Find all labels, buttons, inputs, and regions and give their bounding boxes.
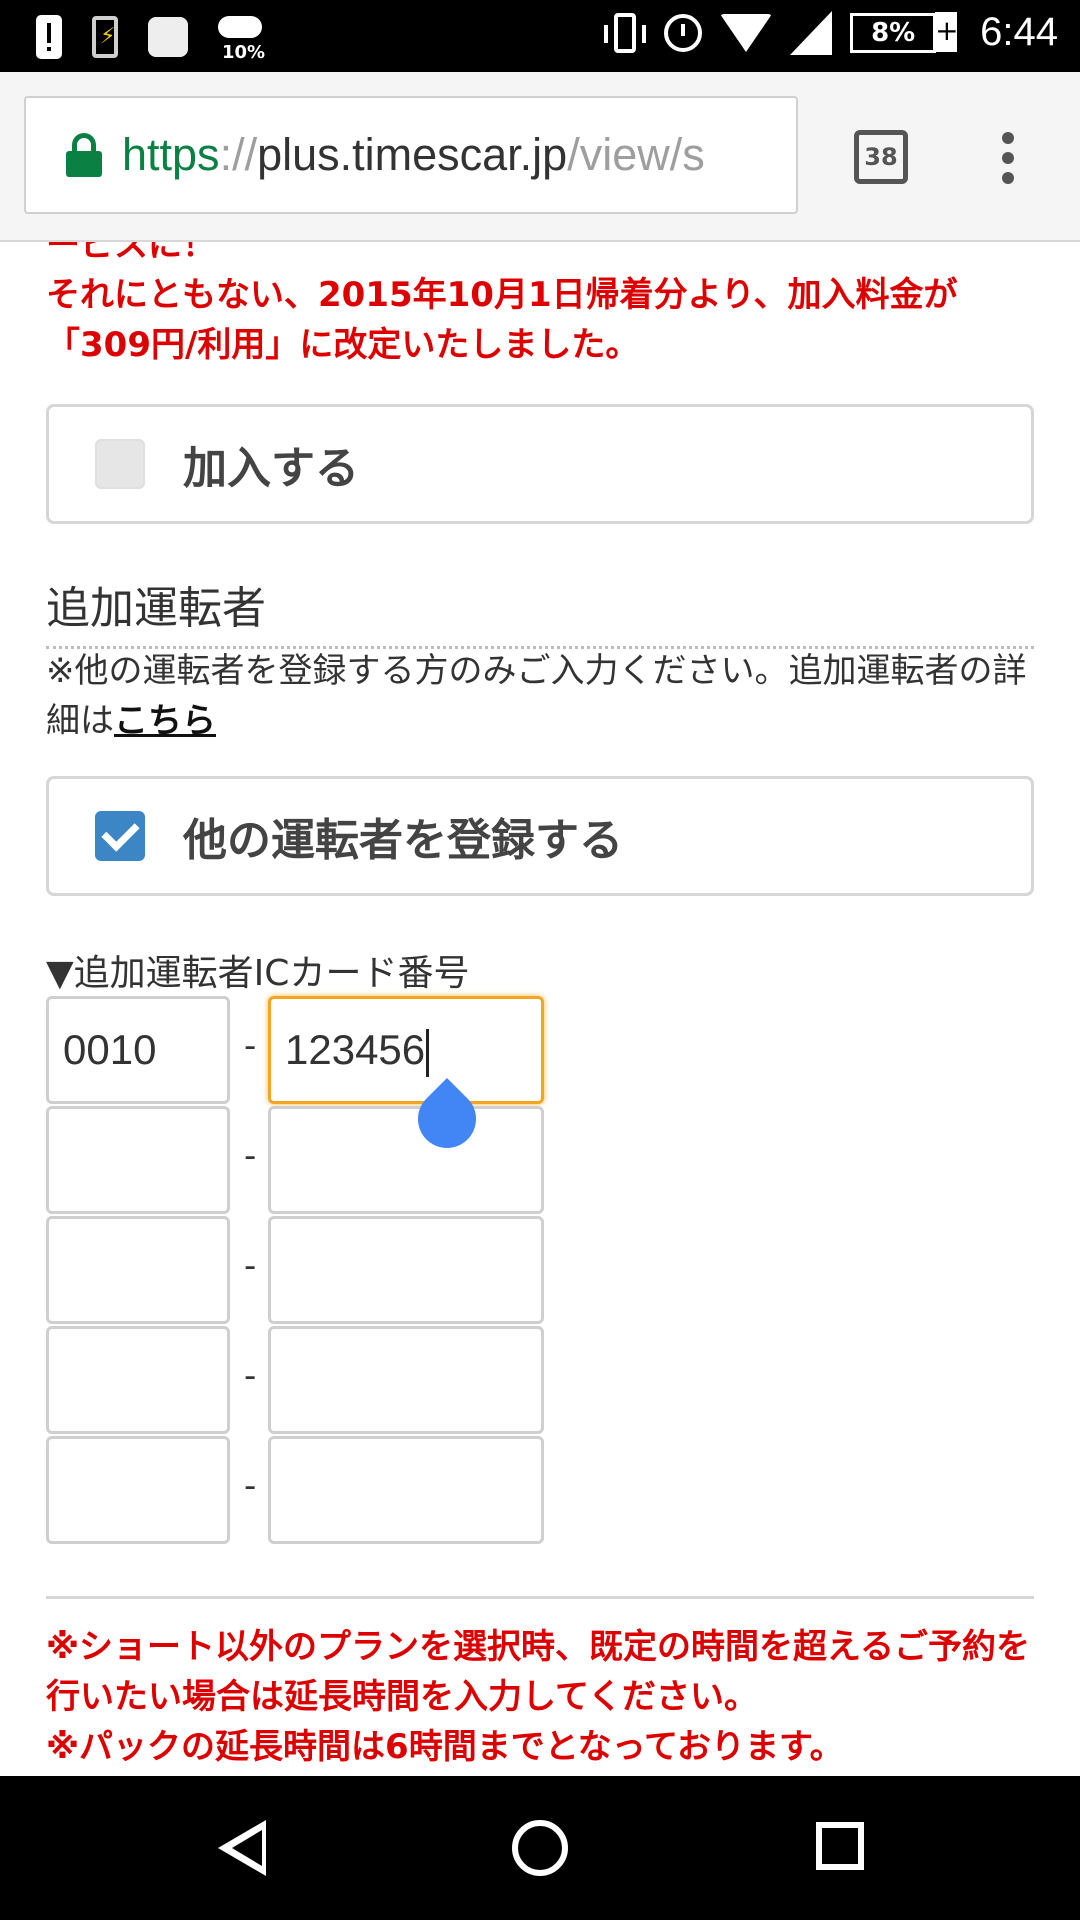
additional-driver-note: ※他の運転者を登録する方のみご入力ください。追加運転者の詳細はこちら bbox=[46, 646, 1036, 746]
register-driver-label[interactable]: 他の運転者を登録する bbox=[183, 804, 623, 868]
address-bar[interactable]: https://plus.timescar.jp/view/s bbox=[24, 96, 798, 214]
url-separator: :// bbox=[219, 129, 258, 180]
app-notification-icon bbox=[148, 17, 188, 57]
ic-card-row: - bbox=[46, 1216, 546, 1324]
join-checkbox-label[interactable]: 加入する bbox=[183, 432, 359, 496]
extension-notice-line-2: ※パックの延長時間は6時間までとなっております。 bbox=[46, 1727, 844, 1767]
clock: 6:44 bbox=[980, 10, 1058, 54]
navigation-bar bbox=[0, 1776, 1080, 1920]
url-path: /view/s bbox=[567, 129, 705, 180]
url-host: plus.timescar.jp bbox=[257, 129, 568, 180]
text-cursor bbox=[426, 1028, 430, 1077]
battery-icon: 8% bbox=[850, 11, 958, 53]
url-text[interactable]: https://plus.timescar.jp/view/s bbox=[122, 129, 705, 181]
divider bbox=[46, 1596, 1034, 1599]
signal-icon bbox=[790, 10, 833, 55]
tab-switcher-button[interactable]: 38 bbox=[854, 130, 908, 184]
ic-card-prefix-input[interactable] bbox=[46, 1326, 230, 1434]
battery-percent: 8% bbox=[871, 17, 916, 48]
wifi-icon bbox=[720, 13, 773, 52]
ic-card-prefix-input[interactable]: 0010 bbox=[46, 996, 230, 1104]
status-bar-left: ⚡ 10% bbox=[36, 12, 268, 63]
ic-card-dash: - bbox=[244, 1466, 257, 1506]
register-driver-checkbox[interactable] bbox=[95, 811, 145, 861]
ic-card-row: 0010 - 123456 bbox=[46, 996, 546, 1104]
ic-card-prefix-input[interactable] bbox=[46, 1106, 230, 1214]
weather-icon: 10% bbox=[218, 12, 268, 63]
extension-notice: ※ショート以外のプランを選択時、既定の時間を超えるご予約を行いたい場合は延長時間… bbox=[46, 1622, 1046, 1772]
checkmark-icon bbox=[100, 812, 140, 852]
fee-notice: ービスに！ それにともない、2015年10月1日帰着分より、加入料金が「309円… bbox=[46, 242, 958, 365]
ic-card-dash: - bbox=[244, 1356, 257, 1396]
ic-card-dash: - bbox=[244, 1136, 257, 1176]
browser-toolbar: https://plus.timescar.jp/view/s 38 bbox=[0, 72, 1080, 242]
ic-card-number-input[interactable] bbox=[268, 1106, 544, 1214]
ic-card-prefix-input[interactable] bbox=[46, 1216, 230, 1324]
ic-card-dash: - bbox=[244, 1246, 257, 1286]
ic-card-number-input[interactable] bbox=[268, 1326, 544, 1434]
alert-icon bbox=[36, 15, 62, 59]
details-link[interactable]: こちら bbox=[114, 701, 216, 741]
vibrate-icon bbox=[604, 12, 647, 53]
page-content: ービスに！ それにともない、2015年10月1日帰着分より、加入料金が「309円… bbox=[0, 242, 1080, 1776]
ic-card-row: - bbox=[46, 1436, 546, 1544]
lock-icon bbox=[66, 133, 102, 177]
join-checkbox[interactable] bbox=[95, 439, 145, 489]
ic-card-number-input[interactable] bbox=[268, 1436, 544, 1544]
url-scheme: https bbox=[122, 129, 220, 180]
weather-percent: 10% bbox=[222, 42, 266, 63]
register-driver-option[interactable]: 他の運転者を登録する bbox=[46, 776, 1034, 896]
ic-card-number-value: 123456 bbox=[285, 1026, 426, 1073]
status-bar: ⚡ 10% 8% 6:44 bbox=[0, 0, 1080, 72]
overflow-menu-icon[interactable] bbox=[1002, 132, 1016, 184]
back-icon[interactable] bbox=[218, 1820, 266, 1876]
ic-card-prefix-input[interactable] bbox=[46, 1436, 230, 1544]
home-icon[interactable] bbox=[512, 1820, 568, 1876]
charging-icon: ⚡ bbox=[92, 16, 118, 58]
recent-apps-icon[interactable] bbox=[816, 1822, 864, 1870]
status-bar-right: 8% 6:44 bbox=[604, 10, 1058, 55]
section-title-additional-driver: 追加運転者 bbox=[46, 572, 1034, 649]
ic-card-label: ▼追加運転者ICカード番号 bbox=[46, 953, 470, 994]
alarm-icon bbox=[664, 13, 703, 52]
extension-notice-line-1: ※ショート以外のプランを選択時、既定の時間を超えるご予約を行いたい場合は延長時間… bbox=[46, 1627, 1031, 1717]
ic-card-number-input[interactable] bbox=[268, 1216, 544, 1324]
ic-card-dash: - bbox=[244, 1026, 257, 1066]
ic-card-number-input[interactable]: 123456 bbox=[268, 996, 544, 1104]
join-option[interactable]: 加入する bbox=[46, 404, 1034, 524]
ic-card-row: - bbox=[46, 1326, 546, 1434]
